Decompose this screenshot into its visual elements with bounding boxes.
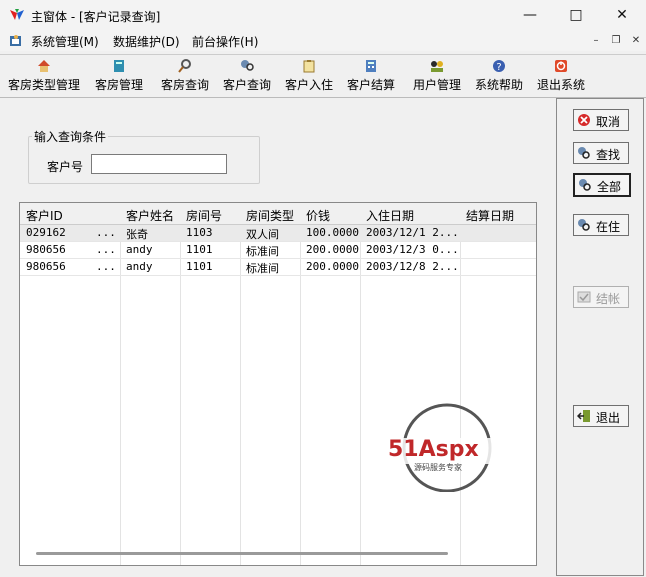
- svg-text:?: ?: [496, 62, 501, 73]
- mdi-close-button[interactable]: ✕: [628, 34, 644, 48]
- watermark-logo: 51Aspx 源码服务专家: [388, 403, 514, 492]
- mdi-minimize-button[interactable]: –: [588, 34, 604, 48]
- table-row[interactable]: 980656 ... andy 1101 标准间 200.0000 2003/1…: [20, 259, 536, 276]
- user-search-icon: [579, 179, 591, 191]
- mdi-restore-button[interactable]: ❐: [608, 34, 624, 48]
- toolbar-room[interactable]: 客房管理: [92, 55, 146, 95]
- table-row[interactable]: 980656 ... andy 1101 标准间 200.0000 2003/1…: [20, 242, 536, 259]
- find-button[interactable]: 查找: [573, 142, 629, 164]
- col-room-number[interactable]: 房间号: [186, 207, 222, 224]
- col-customer-id[interactable]: 客户ID: [26, 207, 63, 224]
- customer-id-label: 客户号: [47, 160, 84, 174]
- cancel-button[interactable]: 取消: [573, 109, 629, 131]
- customer-id-input[interactable]: [91, 154, 227, 174]
- grid-header: 客户ID 客户姓名 房间号 房间类型 价钱 入住日期 结算日期: [20, 203, 536, 225]
- col-room-type[interactable]: 房间类型: [246, 207, 294, 224]
- show-all-button[interactable]: 全部: [573, 173, 631, 197]
- menu-data[interactable]: 数据维护(D): [113, 33, 180, 50]
- table-row[interactable]: 029162 ... 张奇 1103 双人间 100.0000 2003/12/…: [20, 225, 536, 242]
- toolbar-customer-search[interactable]: 客户查询: [220, 55, 274, 95]
- toolbar-room-search[interactable]: 客房查询: [158, 55, 212, 95]
- user-search-icon: [578, 147, 590, 159]
- menu-bar: 系统管理(M) 数据维护(D) 前台操作(H): [0, 31, 646, 51]
- cancel-icon: [578, 114, 590, 126]
- app-logo-icon: [10, 9, 24, 20]
- magnifier-icon: [178, 59, 191, 73]
- col-price[interactable]: 价钱: [306, 207, 330, 224]
- main-panel: 输入查询条件 客户号 客户ID 客户姓名 房间号 房间类型 价钱 入住日期 结算…: [0, 98, 552, 577]
- users-search-icon: [241, 60, 254, 71]
- toolbar-checkin[interactable]: 客户入住: [282, 55, 336, 95]
- toolbar-help[interactable]: ? 系统帮助: [472, 55, 526, 95]
- settle-button[interactable]: 结帐: [573, 286, 629, 308]
- exit-door-icon: [577, 410, 590, 422]
- minimize-button[interactable]: —: [507, 0, 553, 31]
- watermark-tagline: 源码服务专家: [414, 462, 462, 472]
- menu-frontdesk[interactable]: 前台操作(H): [192, 33, 258, 50]
- staying-button[interactable]: 在住: [573, 214, 629, 236]
- checkmark-icon: [577, 291, 591, 303]
- col-customer-name[interactable]: 客户姓名: [126, 207, 174, 224]
- close-button[interactable]: ✕: [599, 0, 645, 31]
- clipboard-icon: [303, 60, 315, 73]
- toolbar: 客房类型管理 客房管理 客房查询 客户查询 客户入住 客户结算 用户管理 ? 系…: [0, 54, 646, 98]
- watermark-brand: 51Aspx: [388, 437, 479, 462]
- exit-button[interactable]: 退出: [573, 405, 629, 427]
- house-icon: [38, 60, 50, 72]
- window-title: 主窗体 - [客户记录查询]: [31, 10, 161, 24]
- book-icon: [114, 60, 124, 72]
- toolbar-user-mgmt[interactable]: 用户管理: [410, 55, 464, 95]
- results-grid[interactable]: 客户ID 客户姓名 房间号 房间类型 价钱 入住日期 结算日期 029162 .…: [19, 202, 537, 566]
- mdi-child-icon: [10, 35, 21, 46]
- menu-system[interactable]: 系统管理(M): [31, 33, 99, 50]
- calculator-icon: [366, 60, 376, 72]
- toolbar-settlement[interactable]: 客户结算: [344, 55, 398, 95]
- toolbar-room-type[interactable]: 客房类型管理: [6, 55, 82, 95]
- power-icon: [555, 60, 567, 72]
- user-search-icon: [578, 219, 590, 231]
- action-panel: 取消 查找 全部 在住 结帐 退出: [556, 98, 644, 576]
- query-group-title: 输入查询条件: [32, 128, 109, 145]
- horizontal-scrollbar[interactable]: [36, 552, 448, 555]
- title-bar: 主窗体 - [客户记录查询] — □ ✕: [0, 0, 646, 31]
- col-checkin-date[interactable]: 入住日期: [366, 207, 414, 224]
- help-icon: ?: [493, 60, 505, 73]
- maximize-button[interactable]: □: [553, 0, 599, 31]
- user-group-icon: [431, 61, 443, 72]
- col-settle-date[interactable]: 结算日期: [466, 207, 514, 224]
- toolbar-exit[interactable]: 退出系统: [534, 55, 588, 95]
